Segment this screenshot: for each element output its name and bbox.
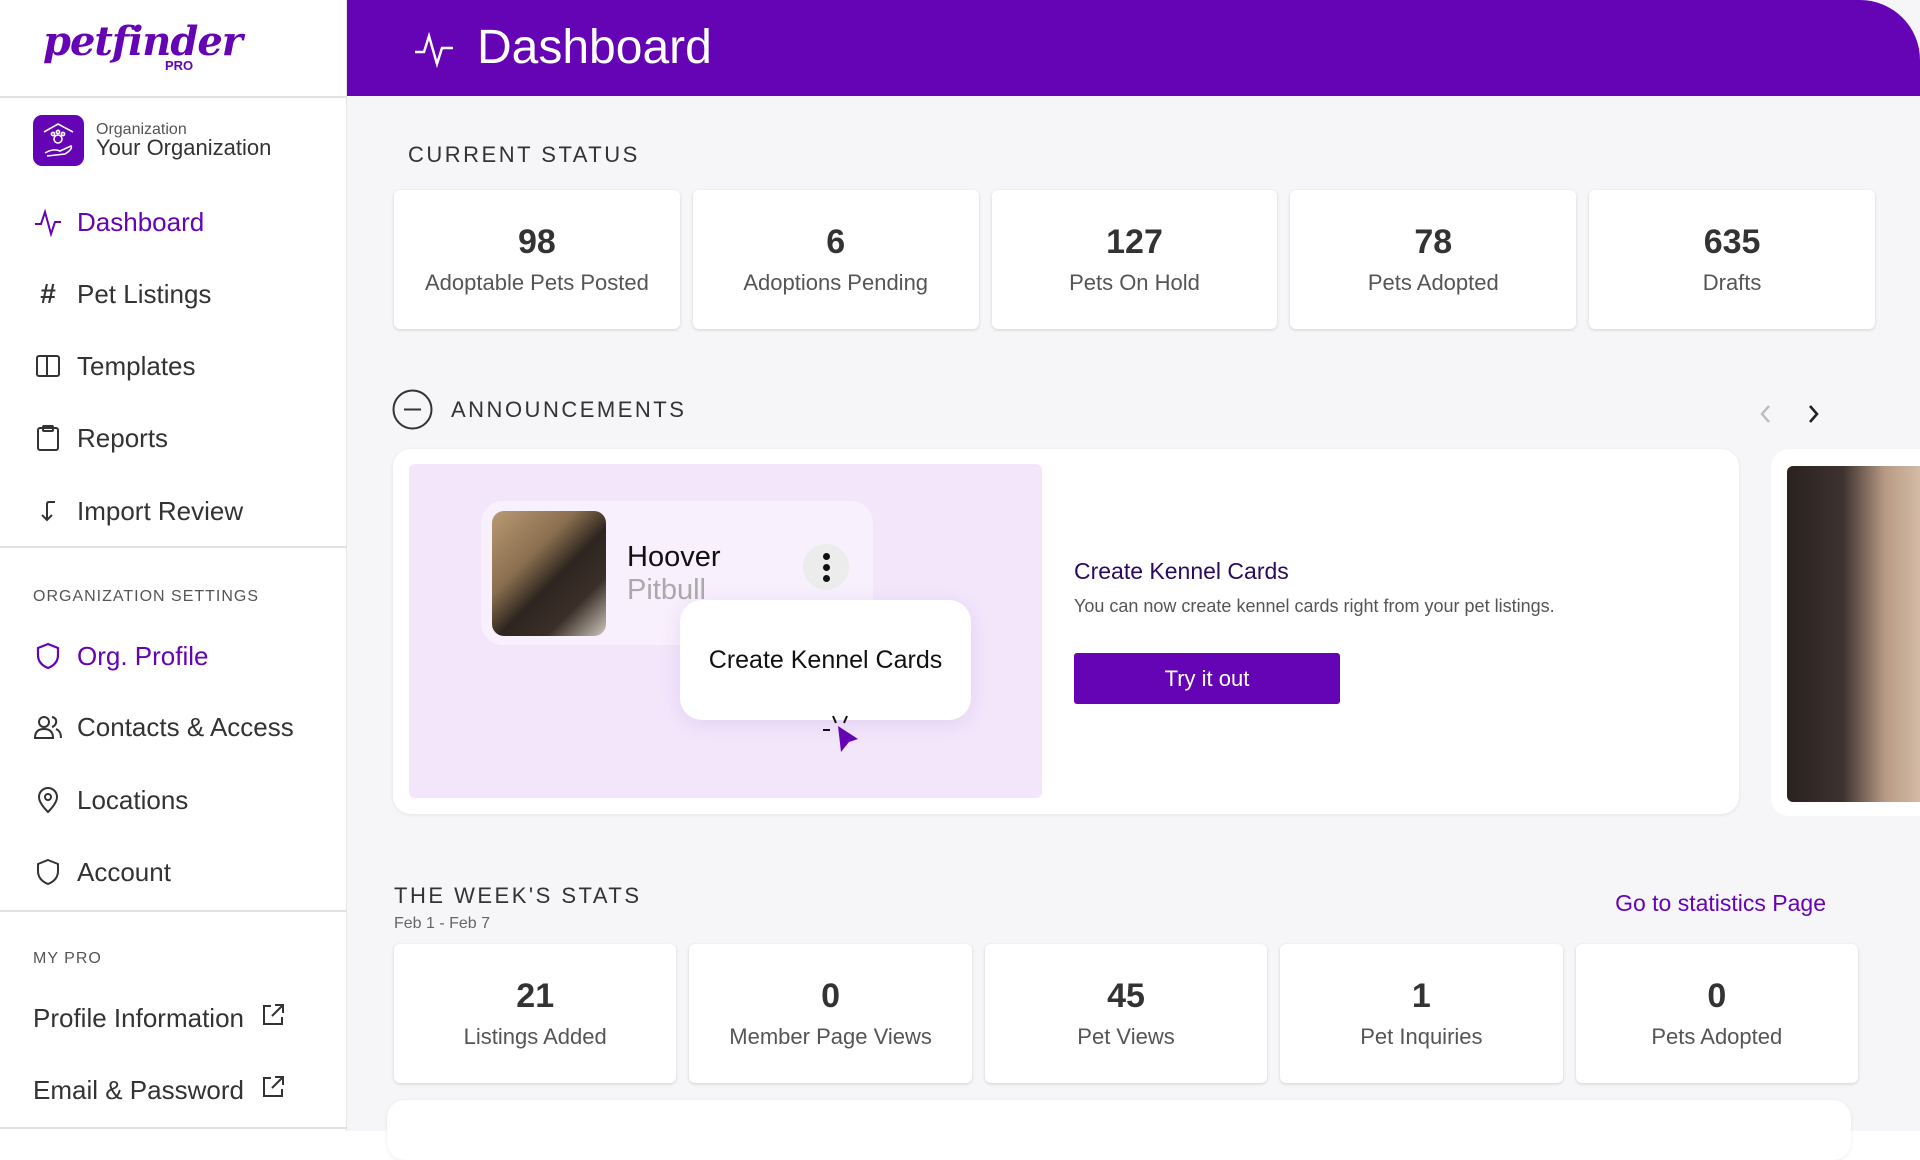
stat-value: 6 — [826, 223, 846, 261]
status-card-pending[interactable]: 6 Adoptions Pending — [692, 190, 979, 329]
stat-value: 98 — [517, 223, 556, 261]
nav-label: Reports — [77, 422, 169, 453]
map-pin-icon — [33, 786, 63, 814]
external-link-icon — [260, 1074, 286, 1107]
chevron-right-icon[interactable] — [1804, 402, 1822, 431]
stat-value: 0 — [821, 977, 841, 1015]
nav-pet-listings[interactable]: # Pet Listings — [33, 274, 211, 314]
stat-label: Pets On Hold — [1069, 270, 1200, 295]
page-title: Dashboard — [477, 21, 712, 74]
nav-locations[interactable]: Locations — [33, 780, 188, 820]
nav-reports[interactable]: Reports — [33, 418, 168, 458]
go-to-statistics-link[interactable]: Go to statistics Page — [1615, 890, 1826, 917]
nav-import-review[interactable]: Import Review — [33, 491, 243, 531]
weekly-table-card — [387, 1100, 1851, 1160]
nav-dashboard[interactable]: Dashboard — [33, 202, 204, 242]
stat-value: 127 — [1106, 223, 1163, 261]
hash-icon: # — [40, 278, 56, 309]
stat-label: Adoptions Pending — [743, 270, 929, 295]
page-header: Dashboard — [347, 0, 1920, 96]
chevron-left-icon[interactable] — [1757, 402, 1775, 431]
stat-label: Pets Adopted — [1651, 1024, 1783, 1049]
nav-label: Import Review — [77, 495, 244, 526]
pulse-icon — [33, 207, 63, 237]
nav-label: Contacts & Access — [77, 711, 294, 742]
divider — [0, 910, 347, 912]
dog-photo — [492, 511, 606, 636]
logo-pro-badge: PRO — [165, 58, 194, 73]
announcement-illustration: Hoover Pitbull Create Kennel Cards — [409, 464, 1042, 798]
nav-label: Org. Profile — [77, 640, 209, 671]
link-label: Email & Password — [33, 1074, 244, 1105]
shield-icon — [33, 858, 63, 886]
status-card-drafts[interactable]: 635 Drafts — [1589, 190, 1875, 329]
more-vertical-icon — [803, 544, 849, 590]
announcement-description: You can now create kennel cards right fr… — [1074, 596, 1555, 616]
import-arrow-icon — [33, 498, 63, 524]
next-announcement-card[interactable] — [1771, 449, 1920, 816]
announcements-title: ANNOUNCEMENTS — [451, 397, 687, 422]
nav-templates[interactable]: Templates — [33, 346, 196, 386]
columns-icon — [33, 353, 63, 379]
sidebar: petfinder PRO Organization Your Organiza… — [0, 0, 347, 1131]
stat-label: Pets Adopted — [1367, 270, 1499, 295]
pulse-icon — [413, 30, 455, 73]
week-card-pet-views[interactable]: 45 Pet Views — [984, 944, 1268, 1083]
stat-label: Member Page Views — [729, 1024, 932, 1049]
week-card-listings-added[interactable]: 21 Listings Added — [394, 944, 677, 1083]
link-email-password[interactable]: Email & Password — [33, 1070, 286, 1110]
clipboard-icon — [33, 424, 63, 452]
pet-name: Hoover — [627, 541, 721, 573]
stat-value: 21 — [516, 977, 555, 1015]
users-icon — [33, 714, 63, 740]
nav-label: Account — [77, 856, 171, 887]
divider — [0, 1127, 347, 1129]
stat-label: Adoptable Pets Posted — [424, 270, 649, 295]
status-card-adopted[interactable]: 78 Pets Adopted — [1290, 190, 1577, 329]
cursor-click-icon — [821, 712, 871, 762]
organization-name[interactable]: Your Organization — [96, 135, 271, 161]
current-status-cards: 98 Adoptable Pets Posted 6 Adoptions Pendi… — [394, 190, 1875, 329]
stat-value: 45 — [1107, 977, 1145, 1015]
week-card-pets-adopted[interactable]: 0 Pets Adopted — [1575, 944, 1858, 1083]
try-it-out-button[interactable]: Try it out — [1074, 653, 1340, 704]
week-card-member-page-views[interactable]: 0 Member Page Views — [689, 944, 972, 1083]
link-profile-information[interactable]: Profile Information — [33, 998, 286, 1038]
status-card-on-hold[interactable]: 127 Pets On Hold — [991, 190, 1278, 329]
nav-label: Templates — [77, 350, 196, 381]
collapse-minus-icon[interactable] — [392, 389, 433, 435]
popup-create-kennel-cards: Create Kennel Cards — [680, 600, 971, 720]
nav-label: Dashboard — [77, 206, 205, 237]
stat-value: 1 — [1411, 977, 1431, 1015]
divider — [0, 96, 347, 98]
nav-contacts-access[interactable]: Contacts & Access — [33, 707, 294, 747]
section-title-my-pro: MY PRO — [33, 950, 102, 967]
nav-org-profile[interactable]: Org. Profile — [33, 636, 209, 676]
section-title-org-settings: ORGANIZATION SETTINGS — [33, 588, 260, 605]
nav-account[interactable]: Account — [33, 852, 171, 892]
organization-icon — [33, 115, 84, 166]
week-stats-title: THE WEEK'S STATS — [394, 883, 642, 908]
current-status-title: CURRENT STATUS — [408, 142, 640, 167]
stat-value: 635 — [1703, 223, 1761, 261]
stat-label: Pet Inquiries — [1360, 1024, 1483, 1049]
week-stats-cards: 21 Listings Added 0 Member Page Views 45 Pe… — [394, 944, 1858, 1083]
stat-label: Pet Views — [1077, 1024, 1175, 1049]
week-card-pet-inquiries[interactable]: 1 Pet Inquiries — [1280, 944, 1563, 1083]
nav-label: Pet Listings — [77, 278, 212, 309]
week-stats-range: Feb 1 - Feb 7 — [394, 915, 491, 932]
announcement-photo — [1787, 466, 1920, 802]
status-card-adoptable[interactable]: 98 Adoptable Pets Posted — [394, 190, 680, 329]
announcement-title: Create Kennel Cards — [1074, 558, 1289, 584]
stat-value: 0 — [1707, 977, 1727, 1015]
link-label: Profile Information — [33, 1002, 244, 1033]
petfinder-logo[interactable]: petfinder — [43, 18, 243, 65]
stat-label: Drafts — [1702, 270, 1762, 295]
nav-label: Locations — [77, 784, 189, 815]
external-link-icon — [260, 1002, 286, 1035]
stat-value: 78 — [1414, 223, 1453, 261]
divider — [0, 546, 347, 548]
shield-icon — [33, 642, 63, 670]
stat-label: Listings Added — [463, 1024, 607, 1049]
